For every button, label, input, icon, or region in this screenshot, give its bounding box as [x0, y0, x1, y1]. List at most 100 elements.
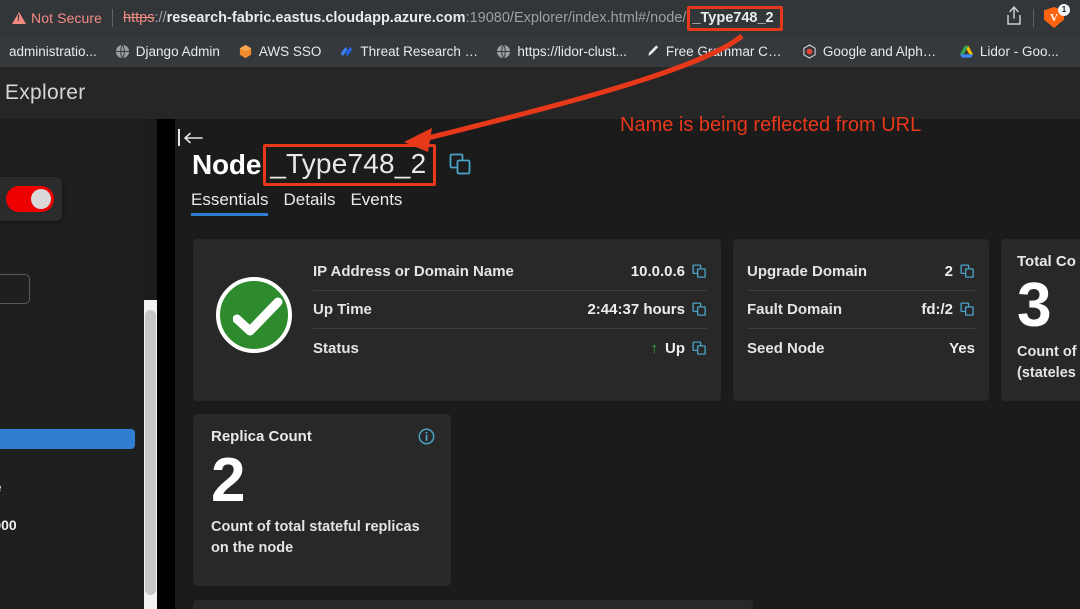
pen-icon [647, 45, 659, 57]
warning-triangle-icon [12, 12, 26, 24]
kv-value: Yes [949, 339, 975, 357]
kv-key: Up Time [313, 301, 372, 318]
red-dot-icon [803, 44, 816, 59]
kv-key: Status [313, 339, 359, 357]
kv-key: IP Address or Domain Name [313, 263, 514, 280]
bookmark-label: Lidor - Goo... [979, 44, 1059, 59]
kv-value-group: ↑ Up [651, 340, 708, 357]
copy-icon[interactable] [448, 152, 474, 178]
total-count-sub-1: Count of [1017, 344, 1077, 360]
panel-gap [157, 119, 175, 609]
total-count-sub-2: (stateles [1017, 365, 1076, 381]
tab-details[interactable]: Details [283, 190, 335, 216]
toolbar-divider-2 [1033, 9, 1034, 27]
annotation-text: Name is being reflected from URL [620, 114, 922, 136]
bookmark-label: administratio... [9, 44, 97, 59]
app-title: c Explorer [0, 81, 86, 104]
kv-row-up-time: Up Time 2:44:37 hours [313, 291, 707, 329]
url-host: research-fabric.eastus.cloudapp.azure.co… [166, 10, 466, 26]
kv-value-group: 10.0.0.6 [631, 263, 707, 280]
kv-value: Up [665, 339, 685, 357]
copy-icon[interactable] [692, 264, 707, 279]
bookmark-lidor-cluster[interactable]: https://lidor-clust... [487, 40, 636, 64]
tab-essentials[interactable]: Essentials [191, 190, 269, 216]
url-scheme: https [123, 10, 155, 26]
check-glyph [233, 297, 283, 336]
info-icon[interactable] [418, 428, 435, 445]
copy-icon[interactable] [692, 302, 707, 317]
left-panel-input-box[interactable] [0, 274, 30, 304]
replica-count-sub: Count of total stateful replicas on the … [211, 519, 420, 556]
replica-count-card: Replica Count 2 Count of total stateful … [193, 414, 451, 586]
kv-row-ip-address: IP Address or Domain Name 10.0.0.6 [313, 253, 707, 291]
drive-icon [959, 45, 973, 58]
kv-value-group: 2 [945, 263, 975, 280]
copy-icon[interactable] [960, 264, 975, 279]
domains-card: Upgrade Domain 2 Fault Domain fd:/2 Seed… [733, 239, 989, 401]
kv-value-group: 2:44:37 hours [587, 301, 707, 318]
collapse-bar [178, 129, 180, 146]
kv-row-seed-node: Seed Node Yes [747, 329, 975, 367]
entity-type-label: Node [192, 149, 262, 180]
kv-value: 2:44:37 hours [587, 301, 685, 318]
share-icon[interactable] [1005, 5, 1023, 31]
arrows-icon [341, 46, 353, 57]
entity-name-highlight: _Type748_2 [263, 144, 437, 186]
kv-value-group: Yes [949, 340, 975, 357]
tab-label: Events [350, 190, 403, 209]
share-glyph [1007, 5, 1021, 25]
error-toggle-card: rror [0, 177, 62, 221]
bookmark-threat-research[interactable]: Threat Research n... [330, 40, 487, 64]
tab-label: Essentials [191, 190, 269, 209]
address-bar[interactable]: https :// research-fabric.eastus.cloudap… [123, 5, 1005, 31]
bookmarks-bar: administratio... Django Admin AWS SSO Th… [0, 36, 1080, 67]
status-up-arrow-icon: ↑ [650, 339, 659, 357]
replica-count-header: Replica Count [211, 428, 435, 445]
error-toggle-switch[interactable] [6, 186, 54, 212]
bookmark-label: AWS SSO [258, 44, 322, 59]
bookmark-lidor-drive[interactable]: Lidor - Goo... [950, 40, 1068, 64]
total-count-body: Total Co 3 Count of (stateles [1001, 239, 1080, 384]
toggle-knob [31, 189, 51, 209]
replica-count-body: Replica Count 2 Count of total stateful … [193, 414, 451, 559]
extension-badge-count: 1 [1058, 4, 1070, 16]
bookmark-administration[interactable]: administratio... [0, 40, 106, 64]
bookmark-django-admin[interactable]: Django Admin [106, 40, 229, 64]
url-path: :19080/Explorer/index.html#/node/ [465, 10, 687, 26]
copy-icon[interactable] [960, 302, 975, 317]
app-header: c Explorer [0, 67, 1080, 119]
entity-name-label: _Type748_2 [270, 148, 427, 179]
kv-row-upgrade-domain: Upgrade Domain 2 [747, 253, 975, 291]
kv-key: Fault Domain [747, 301, 843, 318]
left-panel-progress-bar [0, 429, 135, 449]
page-title: Node _Type748_2 [192, 144, 474, 186]
extension-shield-icon[interactable]: V 1 [1044, 4, 1070, 29]
left-panel-text-2: 002000 [0, 517, 17, 533]
kv-key: Seed Node [747, 339, 825, 357]
kv-row-fault-domain: Fault Domain fd:/2 [747, 291, 975, 329]
replica-count-title: Replica Count [211, 428, 312, 445]
domains-kv-list: Upgrade Domain 2 Fault Domain fd:/2 Seed… [747, 253, 975, 367]
bookmark-aws-sso[interactable]: AWS SSO [229, 40, 331, 64]
bookmark-label: Free Grammar Ch... [665, 44, 784, 59]
kv-value: fd:/2 [921, 301, 953, 318]
copy-icon[interactable] [692, 340, 707, 356]
globe-icon [115, 44, 129, 59]
bookmark-grammar-check[interactable]: Free Grammar Ch... [636, 40, 793, 64]
bookmark-google-alphabet[interactable]: Google and Alpha... [793, 40, 950, 64]
total-count-title: Total Co [1017, 253, 1076, 270]
kv-value-group: fd:/2 [921, 301, 975, 318]
kv-value: 2 [944, 263, 953, 280]
not-secure-label: Not Secure [31, 10, 103, 26]
url-highlighted-fragment: _Type748_2 [687, 5, 783, 31]
bookmark-label: Google and Alpha... [822, 44, 941, 59]
kv-row-status: Status ↑ Up [313, 329, 707, 367]
tab-events[interactable]: Events [350, 190, 402, 216]
green-check-circle-icon [216, 277, 292, 353]
not-secure-indicator[interactable]: Not Secure [12, 10, 102, 26]
panel-scrollbar-thumb[interactable] [145, 310, 156, 595]
toolbar-actions: V 1 [1005, 4, 1070, 31]
kv-key: Upgrade Domain [747, 263, 868, 280]
essentials-kv-list: IP Address or Domain Name 10.0.0.6 Up Ti… [313, 253, 707, 367]
left-panel-text-1: ice [0, 479, 1, 495]
